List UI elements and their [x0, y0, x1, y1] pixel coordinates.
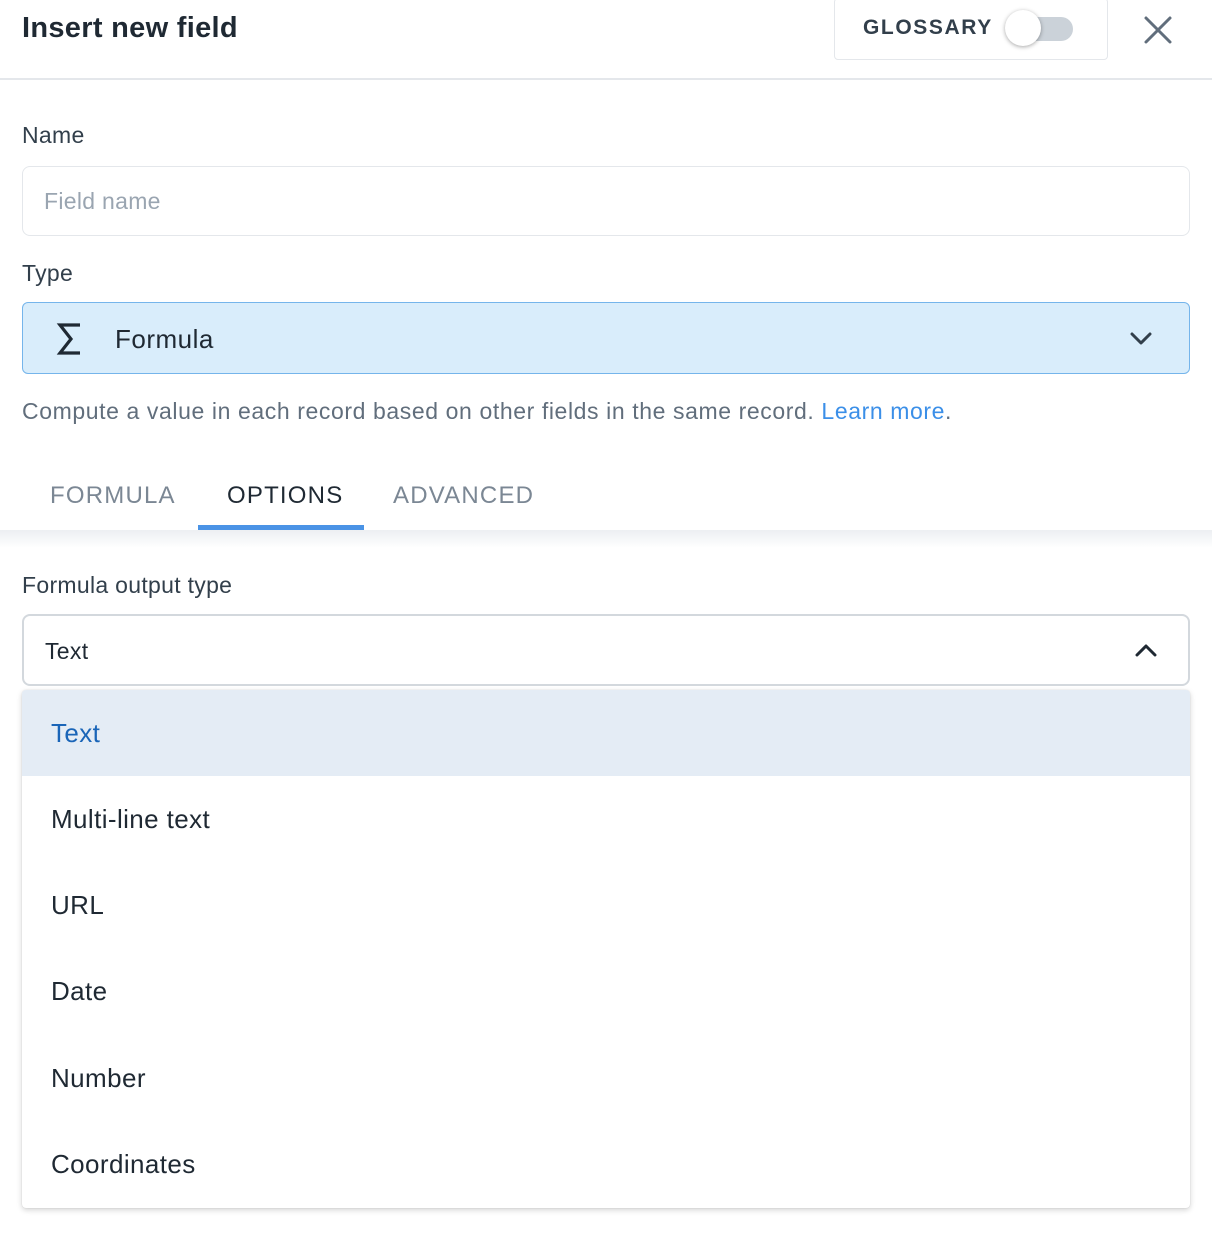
type-label: Type — [22, 260, 74, 286]
tab-formula[interactable]: FORMULA — [50, 482, 176, 510]
type-select[interactable]: Formula — [22, 302, 1190, 374]
tab-options[interactable]: OPTIONS — [227, 482, 343, 510]
glossary-toggle[interactable] — [1005, 10, 1073, 46]
output-type-dropdown: Text Multi-line text URL Date Number Coo… — [22, 690, 1190, 1208]
tabs-divider — [0, 530, 1212, 548]
help-text: Compute a value in each record based on … — [22, 398, 815, 424]
dropdown-option-number[interactable]: Number — [22, 1035, 1190, 1121]
learn-more-link[interactable]: Learn more — [821, 398, 945, 424]
dropdown-option-coordinates[interactable]: Coordinates — [22, 1121, 1190, 1207]
dialog-header: Insert new field GLOSSARY — [0, 0, 1212, 80]
glossary-toggle-container: GLOSSARY — [834, 0, 1108, 60]
sigma-icon — [56, 323, 80, 355]
output-type-label: Formula output type — [22, 572, 233, 598]
tab-bar: FORMULA OPTIONS ADVANCED — [0, 470, 1212, 530]
insert-field-dialog: Insert new field GLOSSARY Name Type Form… — [0, 0, 1212, 1238]
dropdown-option-url[interactable]: URL — [22, 862, 1190, 948]
name-label: Name — [22, 122, 85, 148]
output-type-select[interactable]: Text — [22, 614, 1190, 686]
close-icon — [1144, 16, 1172, 44]
toggle-knob — [1005, 10, 1041, 46]
dropdown-option-text[interactable]: Text — [22, 690, 1190, 776]
close-button[interactable] — [1138, 10, 1178, 50]
dropdown-option-date[interactable]: Date — [22, 948, 1190, 1034]
dropdown-option-multiline-text[interactable]: Multi-line text — [22, 776, 1190, 862]
dialog-title: Insert new field — [22, 12, 238, 44]
glossary-label: GLOSSARY — [863, 16, 993, 39]
output-type-value: Text — [45, 638, 89, 664]
field-name-input[interactable] — [22, 166, 1190, 236]
chevron-up-icon — [1135, 644, 1157, 657]
help-suffix: . — [945, 398, 953, 424]
tab-advanced[interactable]: ADVANCED — [393, 482, 534, 510]
chevron-down-icon — [1130, 332, 1152, 345]
type-value: Formula — [115, 324, 214, 354]
type-description: Compute a value in each record based on … — [22, 398, 952, 425]
